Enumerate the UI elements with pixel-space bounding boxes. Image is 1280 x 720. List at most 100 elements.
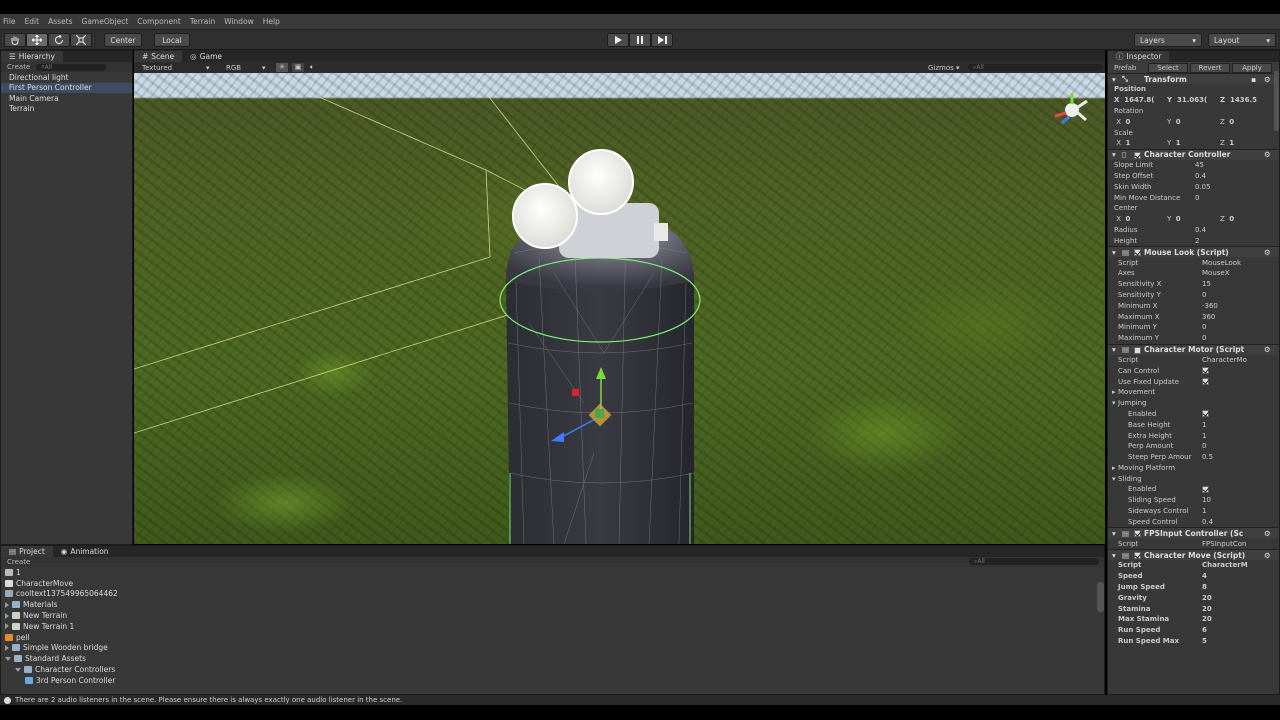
sliding-foldout[interactable]: ▾ Sliding — [1108, 473, 1279, 484]
character-motor-header[interactable]: ▾ ▤ Character Motor (Script ⚙ — [1108, 343, 1279, 355]
tab-hierarchy[interactable]: ☰ Hierarchy — [1, 51, 63, 62]
scene-viewport[interactable] — [134, 73, 1105, 544]
hierarchy-item[interactable]: Directional light — [1, 72, 132, 83]
gear-icon[interactable]: ⚙ — [1264, 551, 1271, 560]
step-button[interactable] — [651, 33, 673, 47]
property-field[interactable]: -360 — [1202, 302, 1218, 310]
tab-animation[interactable]: ◉ Animation — [53, 546, 117, 557]
property-field[interactable]: 5 — [1202, 637, 1207, 645]
fps-input-enabled-checkbox[interactable] — [1134, 530, 1141, 538]
gear-icon[interactable]: ⚙ — [1264, 345, 1271, 354]
rotate-tool-button[interactable] — [48, 33, 70, 47]
menu-assets[interactable]: Assets — [48, 17, 72, 26]
character-move-header[interactable]: ▾ ▤ Character Move (Script) ⚙ — [1108, 549, 1279, 561]
use-fixed-update-checkbox[interactable] — [1202, 378, 1209, 386]
project-item[interactable]: 1 — [1, 567, 1104, 578]
center-y-field[interactable]: 0 — [1176, 215, 1181, 223]
property-field[interactable]: 20 — [1202, 615, 1212, 623]
property-field[interactable]: 20 — [1202, 594, 1212, 602]
hierarchy-item[interactable]: Terrain — [1, 104, 132, 115]
color-mode-dropdown[interactable]: RGB — [226, 64, 241, 72]
tab-project[interactable]: ▤ Project — [1, 546, 53, 557]
transform-header[interactable]: ▾ ⤡ Transform ▪ ⚙ — [1108, 73, 1279, 84]
project-item[interactable]: New Terrain 1 — [1, 621, 1104, 632]
tab-scene[interactable]: # Scene — [134, 50, 183, 62]
property-field[interactable]: 0.5 — [1202, 453, 1213, 461]
property-field[interactable]: CharacterM — [1202, 561, 1248, 569]
property-field[interactable]: 0 — [1202, 323, 1206, 331]
center-z-field[interactable]: 0 — [1229, 215, 1234, 223]
project-item[interactable]: Materials — [1, 599, 1104, 610]
gear-icon[interactable]: ⚙ — [1264, 529, 1271, 538]
audio-toggle[interactable]: 🔈︎ — [310, 63, 314, 72]
pivot-center-button[interactable]: Center — [104, 33, 142, 47]
rotation-z-field[interactable]: 0 — [1229, 118, 1234, 126]
help-icon[interactable]: ▪ — [1251, 75, 1256, 84]
mouse-look-enabled-checkbox[interactable] — [1134, 249, 1141, 257]
property-field[interactable]: 1 — [1202, 421, 1206, 429]
layers-dropdown[interactable]: Layers ▾ — [1134, 33, 1202, 47]
status-bar[interactable]: There are 2 audio listeners in the scene… — [0, 695, 1280, 705]
foldout-arrow-icon[interactable] — [5, 601, 9, 608]
min-move-distance-field[interactable]: 0 — [1195, 194, 1199, 202]
fps-script-field[interactable]: FPSInputCon — [1202, 540, 1246, 548]
scale-x-field[interactable]: 1 — [1125, 139, 1130, 147]
tab-inspector[interactable]: ⓘ Inspector — [1108, 51, 1170, 62]
menu-file[interactable]: File — [3, 17, 16, 26]
movement-foldout[interactable]: ▸ Movement — [1108, 387, 1279, 398]
property-field[interactable]: 0 — [1202, 291, 1206, 299]
scale-y-field[interactable]: 1 — [1176, 139, 1181, 147]
property-field[interactable]: 0 — [1202, 442, 1206, 450]
foldout-arrow-icon[interactable] — [15, 667, 21, 672]
scene-search-input[interactable]: ⌕ All — [968, 64, 1103, 71]
prefab-revert-button[interactable]: Revert — [1190, 62, 1230, 73]
position-x-field[interactable]: 1647.8( — [1124, 96, 1154, 104]
skin-width-field[interactable]: 0.05 — [1195, 183, 1211, 191]
hierarchy-item[interactable]: Main Camera — [1, 93, 132, 104]
mouse-look-header[interactable]: ▾ ▤ Mouse Look (Script) ⚙ — [1108, 246, 1279, 258]
position-y-field[interactable]: 31.063( — [1177, 96, 1207, 104]
property-field[interactable]: 0.4 — [1202, 518, 1213, 526]
property-field[interactable]: 0 — [1202, 334, 1206, 342]
moving-platform-foldout[interactable]: ▸ Moving Platform — [1108, 463, 1279, 474]
property-field[interactable]: 20 — [1202, 605, 1212, 613]
rotation-x-field[interactable]: 0 — [1125, 118, 1130, 126]
property-field[interactable]: MouseX — [1202, 269, 1230, 277]
slope-limit-field[interactable]: 45 — [1195, 161, 1204, 169]
project-search-input[interactable]: ⌕ All — [969, 558, 1099, 565]
hierarchy-item[interactable]: First Person Controller — [1, 82, 132, 93]
property-field[interactable]: 4 — [1202, 572, 1207, 580]
property-field[interactable]: 1 — [1202, 507, 1206, 515]
pivot-local-button[interactable]: Local — [154, 33, 190, 47]
rotation-y-field[interactable]: 0 — [1176, 118, 1181, 126]
menu-help[interactable]: Help — [263, 17, 280, 26]
project-item[interactable]: Standard Assets — [1, 653, 1104, 664]
radius-field[interactable]: 0.4 — [1195, 226, 1206, 234]
tab-game[interactable]: ◎ Game — [182, 51, 230, 62]
property-field[interactable]: 8 — [1202, 583, 1207, 591]
gear-icon[interactable]: ⚙ — [1264, 248, 1271, 257]
inspector-scrollbar[interactable] — [1274, 71, 1279, 131]
prefab-apply-button[interactable]: Apply — [1232, 62, 1272, 73]
menu-window[interactable]: Window — [224, 17, 254, 26]
menu-edit[interactable]: Edit — [25, 17, 40, 26]
project-item[interactable]: pell — [1, 632, 1104, 643]
property-field[interactable]: 10 — [1202, 496, 1211, 504]
property-field[interactable]: MouseLook — [1202, 259, 1241, 267]
gizmos-dropdown[interactable]: Gizmos — [928, 64, 954, 72]
property-field[interactable]: 15 — [1202, 280, 1211, 288]
motor-script-field[interactable]: CharacterMo — [1202, 356, 1247, 364]
can-control-checkbox[interactable] — [1202, 367, 1209, 375]
character-motor-enabled-checkbox[interactable] — [1134, 346, 1141, 354]
menu-gameobject[interactable]: GameObject — [82, 17, 129, 26]
foldout-arrow-icon[interactable] — [5, 612, 9, 619]
gear-icon[interactable]: ⚙ — [1264, 150, 1271, 159]
foldout-arrow-icon[interactable] — [5, 644, 9, 651]
play-button[interactable] — [607, 33, 629, 47]
fps-input-header[interactable]: ▾ ▤ FPSInput Controller (Sc ⚙ — [1108, 527, 1279, 539]
character-controller-header[interactable]: ▾ ▯ Character Controller ⚙ — [1108, 148, 1279, 160]
property-checkbox[interactable] — [1202, 410, 1209, 418]
project-item[interactable]: 3rd Person Controller — [1, 675, 1104, 686]
center-x-field[interactable]: 0 — [1125, 215, 1130, 223]
layout-dropdown[interactable]: Layout ▾ — [1208, 33, 1276, 47]
